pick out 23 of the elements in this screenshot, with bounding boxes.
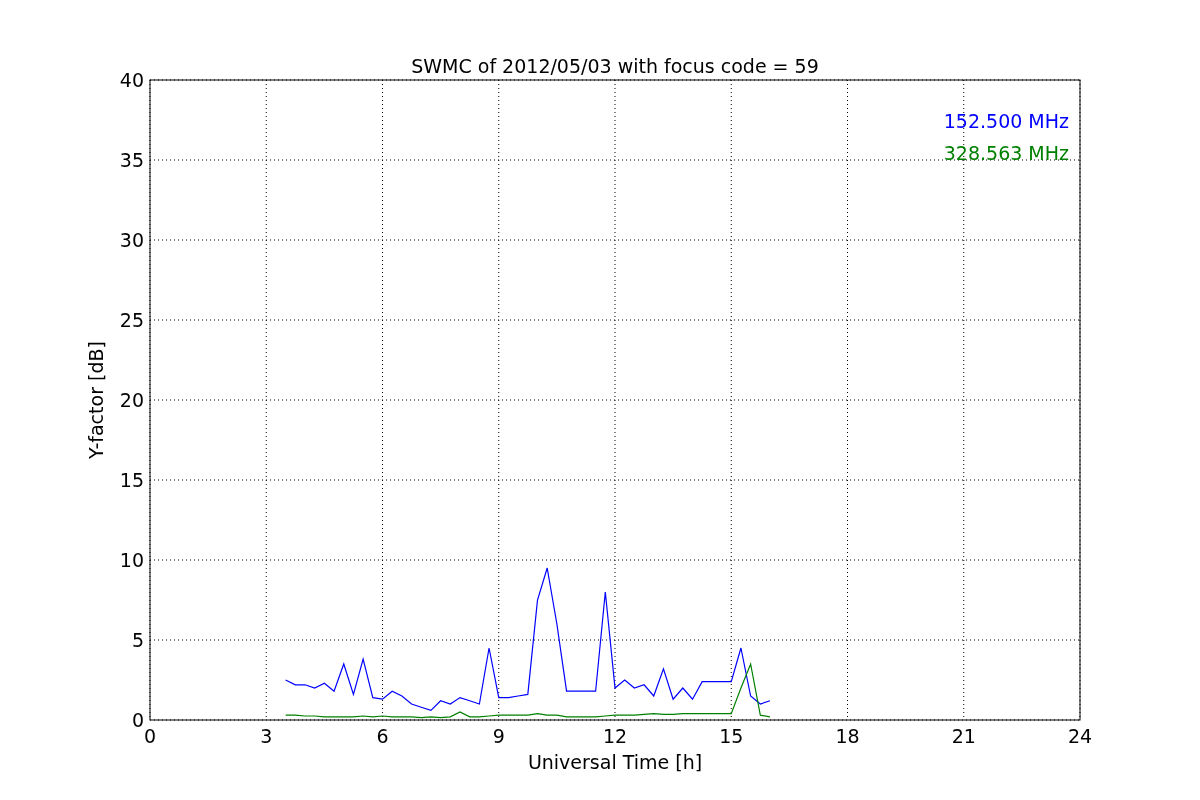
chart-title: SWMC of 2012/05/03 with focus code = 59 — [411, 55, 819, 77]
y-axis-label: Y-factor [dB] — [85, 341, 107, 459]
y-tick-label: 30 — [119, 229, 144, 251]
legend-label: 152.500 MHz — [943, 110, 1069, 132]
y-tick-label: 15 — [119, 469, 144, 491]
x-tick-label: 24 — [1067, 725, 1093, 747]
y-tick-label: 40 — [119, 69, 144, 91]
y-tick-label: 20 — [119, 389, 144, 411]
y-tick-label: 25 — [119, 309, 144, 331]
legend-label: 328.563 MHz — [943, 142, 1069, 164]
x-tick-label: 6 — [376, 725, 389, 747]
y-tick-label: 10 — [119, 549, 144, 571]
y-tick-label: 35 — [119, 149, 144, 171]
y-tick-label: 5 — [131, 629, 144, 651]
x-tick-label: 21 — [951, 725, 976, 747]
x-tick-label: 18 — [835, 725, 860, 747]
x-tick-label: 3 — [260, 725, 273, 747]
x-tick-label: 15 — [719, 725, 744, 747]
x-tick-label: 9 — [492, 725, 505, 747]
y-tick-label: 0 — [131, 709, 144, 731]
x-tick-label: 12 — [602, 725, 628, 747]
x-axis-label: Universal Time [h] — [527, 751, 703, 773]
x-tick-label: 0 — [143, 725, 157, 747]
